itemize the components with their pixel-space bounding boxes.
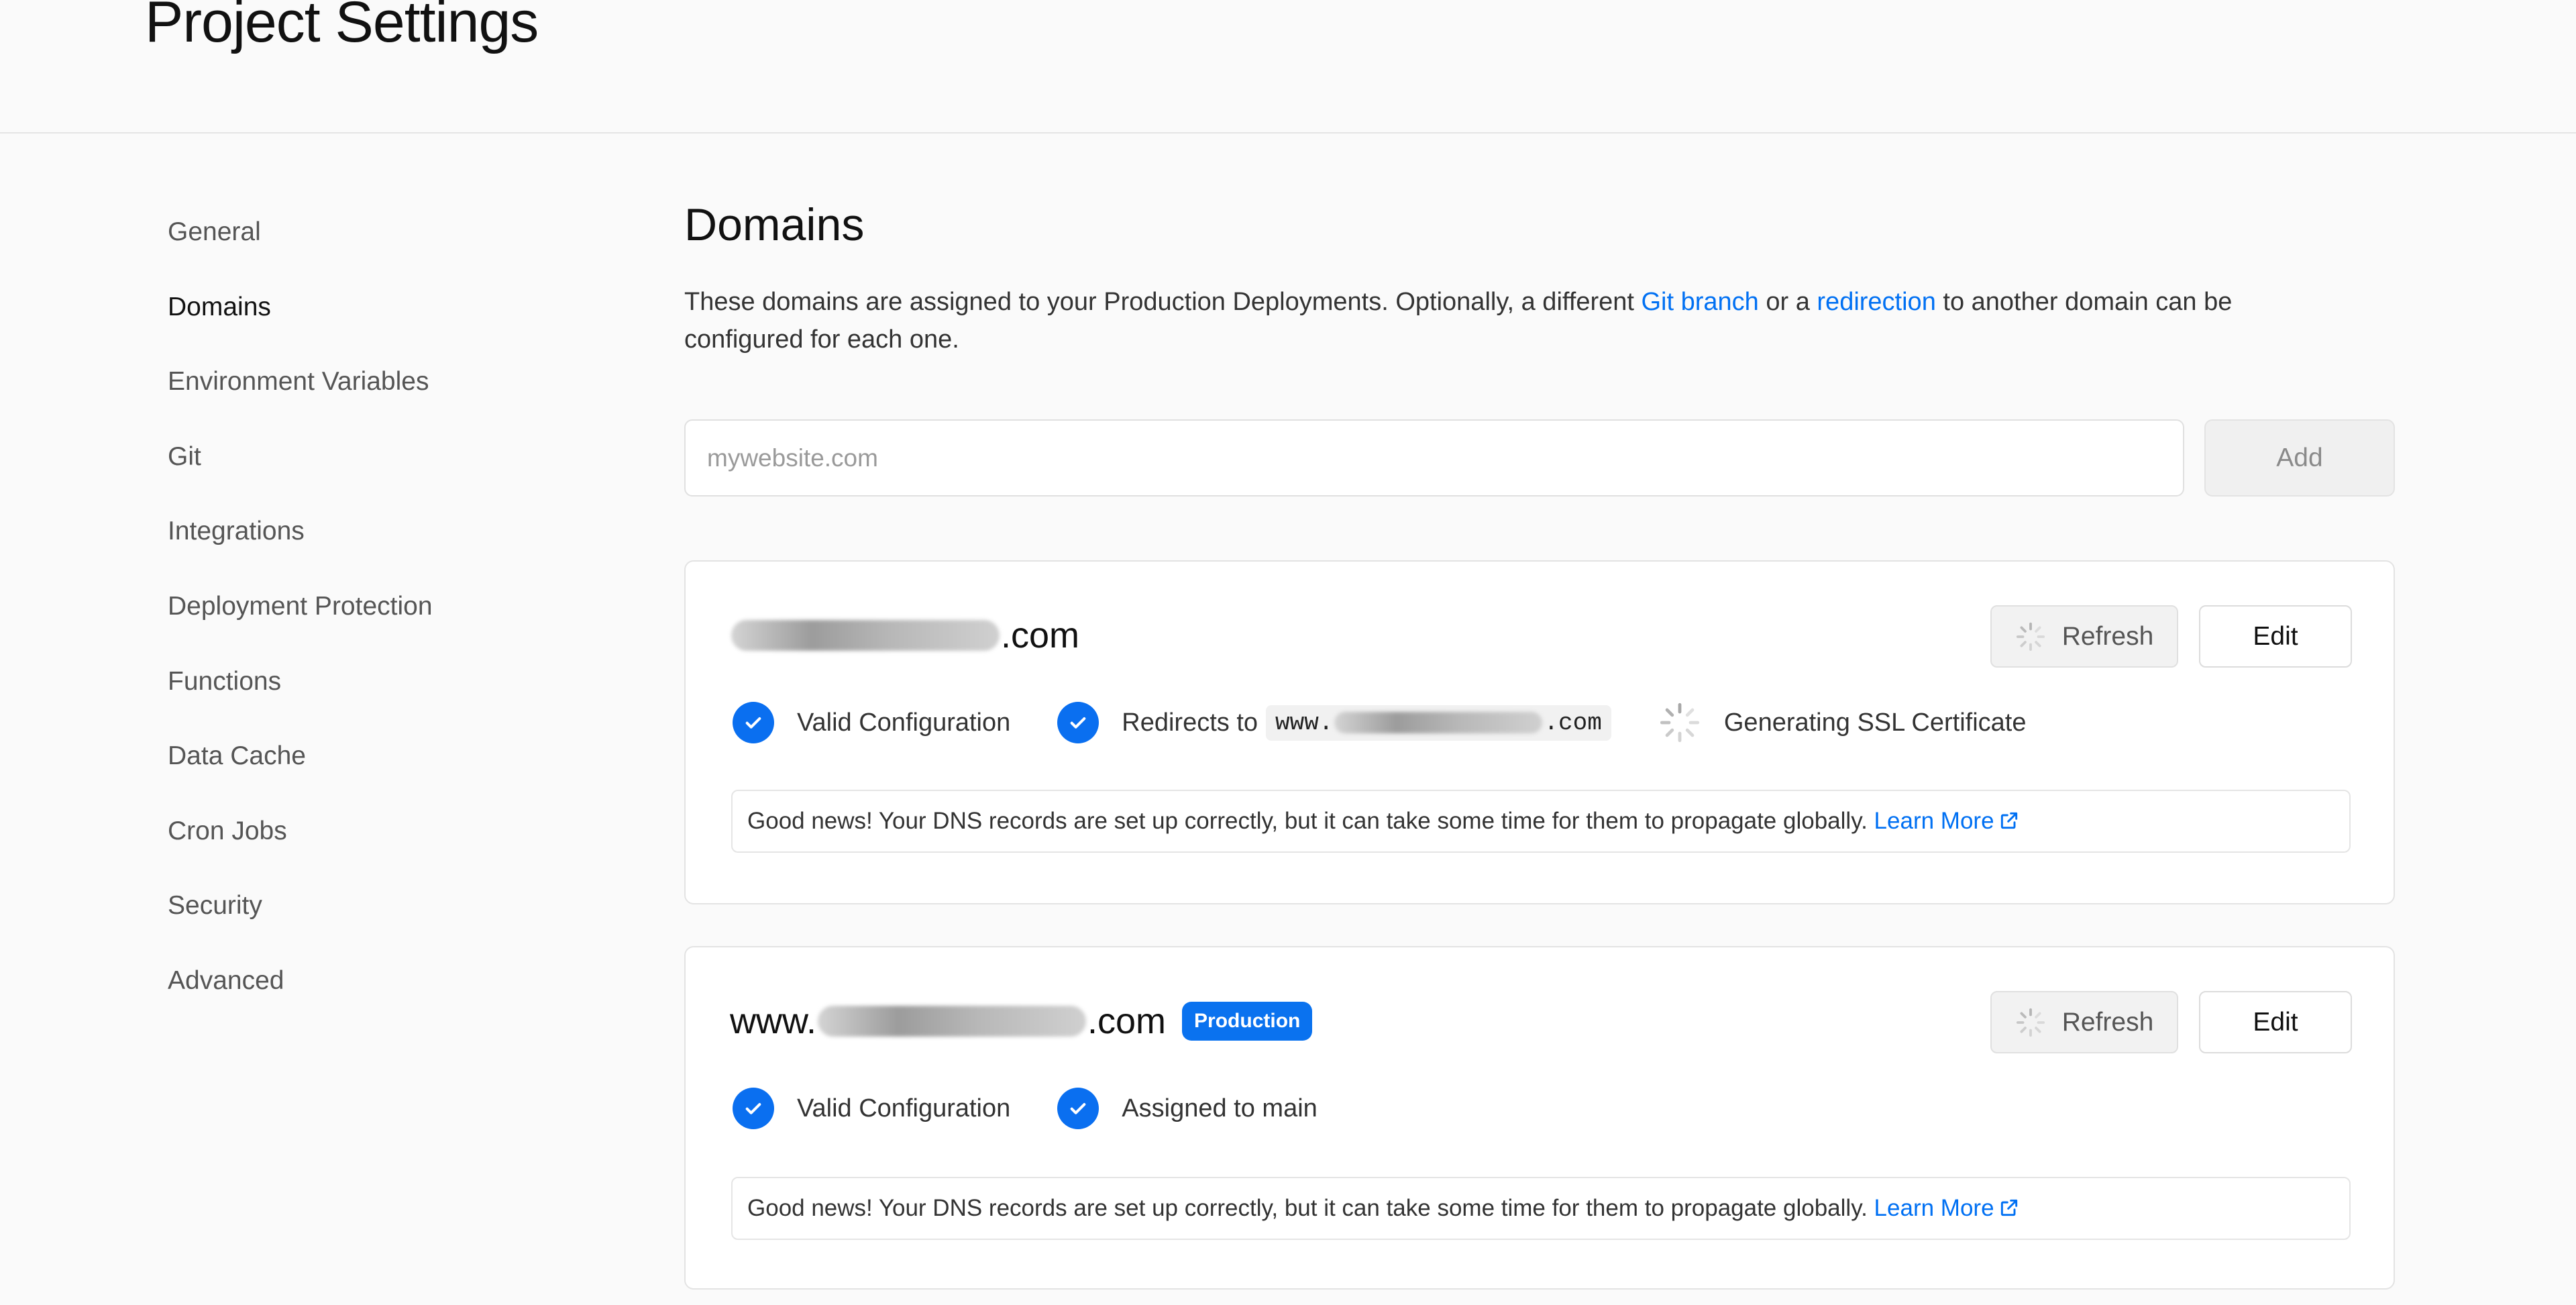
production-badge: Production xyxy=(1182,1002,1313,1041)
status-label: Assigned to main xyxy=(1122,1094,1318,1123)
spinner-icon xyxy=(2016,1008,2045,1037)
check-icon xyxy=(1057,1088,1099,1129)
sidebar-item-cron-jobs[interactable]: Cron Jobs xyxy=(168,800,503,876)
status-label: Valid Configuration xyxy=(797,1094,1011,1123)
domain-name: www. .com Production xyxy=(730,994,1313,1048)
domain-card: .com Refresh Edit Valid Configuration Re… xyxy=(684,560,2395,904)
sidebar-item-data-cache[interactable]: Data Cache xyxy=(168,725,503,800)
add-domain-button[interactable]: Add xyxy=(2204,419,2395,497)
status-row: Valid Configuration Redirects to www. .co… xyxy=(733,699,2073,746)
status-valid-configuration: Valid Configuration xyxy=(733,1088,1010,1129)
domain-suffix: .com xyxy=(1087,1001,1167,1041)
status-label: Redirects to xyxy=(1122,708,1258,737)
description-text: These domains are assigned to your Produ… xyxy=(684,288,1642,316)
spinner-icon xyxy=(1660,702,1699,743)
status-redirect: Redirects to www. .com xyxy=(1057,702,1611,743)
learn-more-link[interactable]: Learn More xyxy=(1874,1195,2020,1221)
sidebar-item-general[interactable]: General xyxy=(168,201,503,276)
learn-more-label: Learn More xyxy=(1874,1195,1994,1221)
dns-notice: Good news! Your DNS records are set up c… xyxy=(731,790,2351,853)
description-text: or a xyxy=(1758,288,1817,316)
domain-suffix: .com xyxy=(1001,615,1080,656)
sidebar-item-integrations[interactable]: Integrations xyxy=(168,501,503,576)
domain-prefix: www. xyxy=(730,1001,817,1041)
sidebar-item-deployment-protection[interactable]: Deployment Protection xyxy=(168,576,503,651)
page-header: Project Settings xyxy=(0,0,2576,134)
edit-button[interactable]: Edit xyxy=(2199,991,2352,1053)
domain-card: www. .com Production Refresh Edit Valid C… xyxy=(684,946,2395,1290)
redacted-text xyxy=(818,1006,1087,1037)
check-icon xyxy=(1057,702,1099,743)
notice-text: Good news! Your DNS records are set up c… xyxy=(747,808,1874,834)
learn-more-link[interactable]: Learn More xyxy=(1874,808,2020,834)
sidebar-item-git[interactable]: Git xyxy=(168,426,503,501)
sidebar-item-functions[interactable]: Functions xyxy=(168,651,503,726)
check-icon xyxy=(733,702,774,743)
refresh-label: Refresh xyxy=(2061,621,2154,651)
refresh-label: Refresh xyxy=(2061,1007,2154,1037)
redirect-target: www. .com xyxy=(1266,704,1611,741)
refresh-button[interactable]: Refresh xyxy=(1990,991,2178,1053)
edit-button[interactable]: Edit xyxy=(2199,605,2352,668)
add-domain-row: Add xyxy=(684,419,2395,497)
sidebar-item-environment-variables[interactable]: Environment Variables xyxy=(168,351,503,426)
section-title: Domains xyxy=(684,199,865,250)
status-label: Generating SSL Certificate xyxy=(1723,708,2027,737)
redirection-link[interactable]: redirection xyxy=(1817,288,1935,316)
redacted-text xyxy=(1334,712,1543,733)
status-row: Valid Configuration Assigned to main xyxy=(733,1085,1364,1132)
notice-text: Good news! Your DNS records are set up c… xyxy=(747,1195,1874,1221)
check-icon xyxy=(733,1088,774,1129)
dns-notice: Good news! Your DNS records are set up c… xyxy=(731,1177,2351,1240)
status-valid-configuration: Valid Configuration xyxy=(733,702,1010,743)
redacted-text xyxy=(731,620,1000,651)
status-assigned: Assigned to main xyxy=(1057,1088,1318,1129)
sidebar-item-domains[interactable]: Domains xyxy=(168,276,503,352)
redirect-suffix: .com xyxy=(1544,709,1602,737)
page-title: Project Settings xyxy=(145,0,539,54)
redirect-prefix: www. xyxy=(1275,709,1334,737)
refresh-button[interactable]: Refresh xyxy=(1990,605,2178,668)
status-ssl: Generating SSL Certificate xyxy=(1658,701,2027,744)
learn-more-label: Learn More xyxy=(1874,808,1994,834)
section-description: These domains are assigned to your Produ… xyxy=(684,283,2348,358)
sidebar-item-advanced[interactable]: Advanced xyxy=(168,950,503,1025)
external-link-icon xyxy=(2000,812,2017,829)
external-link-icon xyxy=(2000,1199,2017,1216)
status-label: Valid Configuration xyxy=(797,708,1011,737)
settings-sidebar: General Domains Environment Variables Gi… xyxy=(168,201,503,1025)
spinner-icon xyxy=(2016,622,2045,651)
domain-name: .com xyxy=(730,609,1079,662)
git-branch-link[interactable]: Git branch xyxy=(1641,288,1758,316)
domains-section: Domains These domains are assigned to yo… xyxy=(684,195,2395,1290)
sidebar-item-security[interactable]: Security xyxy=(168,875,503,950)
domain-input[interactable] xyxy=(684,419,2184,497)
